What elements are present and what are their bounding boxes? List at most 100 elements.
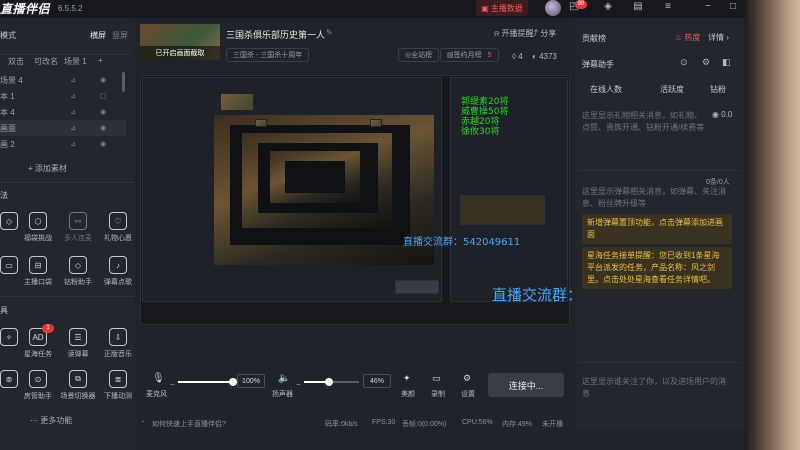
add-material-button[interactable]: + 添加素材: [28, 163, 67, 174]
menu-icon[interactable]: ≡: [660, 1, 676, 15]
switch-icon: ⧉: [69, 370, 87, 388]
list-item[interactable]: 画面 ⊿ ◉: [0, 120, 126, 136]
music-icon: ♪: [109, 256, 127, 274]
sign-icon: ▤: [447, 52, 454, 59]
tool-end-live[interactable]: ≣ 下播动测: [98, 370, 138, 401]
list-item[interactable]: 本 4 ⊿ ◉: [0, 104, 126, 120]
add-scene-icon[interactable]: +: [98, 56, 103, 65]
record-icon[interactable]: ▭: [432, 373, 441, 384]
mic-volume-input[interactable]: 100%: [237, 374, 265, 388]
gift-icon[interactable]: ◰ 98: [566, 0, 587, 15]
tool-read-danmu[interactable]: ☰ 读弹幕: [58, 328, 98, 359]
filter-icon[interactable]: ⊙: [680, 57, 688, 68]
scene-tab-1[interactable]: 可改名: [34, 56, 58, 67]
notice-star-task[interactable]: 星海任务接单提醒：您已收到1条星海平台派发的任务，产品名称：风之剑里。点击处处星…: [582, 247, 732, 289]
speaker-icon[interactable]: 🔈: [278, 373, 290, 384]
status-bar: ◔ 如何快速上手直播伴侣? 码率:0kb/s FPS:30 丢帧:0(0.00%…: [140, 415, 570, 431]
lock-icon: ▢: [100, 93, 107, 100]
avatar[interactable]: [545, 0, 561, 16]
tool-star-task[interactable]: AD 1 星海任务: [18, 324, 58, 359]
mic-slider-knob[interactable]: [229, 378, 237, 386]
remind-button[interactable]: ⍾ 开播提醒: [494, 28, 534, 39]
tool-item[interactable]: ⊚: [0, 370, 18, 401]
tool-item[interactable]: ◇: [0, 212, 18, 243]
tool-gift-wish[interactable]: ♡ 礼物心愿: [98, 212, 138, 243]
tab-landscape[interactable]: 横屏: [90, 30, 106, 41]
gift-message-placeholder: 这里显示礼物相关消息，如礼物、点赞、贵族开通、钻粉开通/续费等: [582, 111, 705, 132]
settings-icon[interactable]: ⚙: [702, 57, 710, 68]
category-tag[interactable]: 三国杀 - 三国杀十周年: [226, 48, 310, 62]
minus-icon[interactable]: −: [296, 380, 301, 389]
settings-icon[interactable]: ⚙: [463, 373, 471, 384]
tool-item[interactable]: ▭: [0, 256, 18, 287]
tag-monthly-rank[interactable]: ▤ 签约月榜 5: [440, 48, 499, 62]
notice-pin-danmu[interactable]: 新增弹幕置顶功能，点击弹幕添加进画面: [582, 214, 732, 244]
help-link[interactable]: 如何快速上手直播伴侣?: [152, 419, 226, 429]
list-item[interactable]: 场景 4 ⊿ ◉: [0, 72, 126, 88]
enter-message-placeholder: 这里显示谁关注了你，以及进场用户的消息: [582, 377, 726, 398]
edit-icon[interactable]: ✎: [326, 28, 333, 37]
maximize-icon[interactable]: □: [725, 1, 741, 15]
scene-tab-0[interactable]: 双击: [8, 56, 24, 67]
tag-all-station[interactable]: ◎ 全站榜: [398, 48, 440, 62]
speaker-volume-input[interactable]: 46%: [363, 374, 391, 388]
tool-music[interactable]: ⇩ 正版音乐: [98, 328, 138, 359]
minimize-icon[interactable]: −: [700, 1, 716, 15]
list-item[interactable]: 画 2 ⊿ ◉: [0, 136, 126, 152]
minus-icon[interactable]: −: [170, 380, 175, 389]
desktop-background: [745, 0, 800, 450]
notification-badge: 1: [42, 324, 54, 333]
nested-notice: [460, 195, 545, 225]
beauty-label[interactable]: 美颜: [401, 389, 415, 399]
tool-multi-mic[interactable]: ⚯ 多人连麦: [58, 212, 98, 243]
tool-lucky-bag[interactable]: ⬡ 福袋挑战: [18, 212, 58, 243]
tool-song-request[interactable]: ♪ 弹幕点歌: [98, 256, 138, 287]
settings-label[interactable]: 设置: [461, 389, 475, 399]
tool-diamond-fan[interactable]: ◇ 钻粉助手: [58, 256, 98, 287]
anchor-data-button[interactable]: ▣ 主播数据: [476, 0, 528, 16]
scene-mode-label: 模式: [0, 31, 16, 40]
divider: [0, 54, 130, 55]
tool-item[interactable]: ✧: [0, 328, 18, 359]
pin-icon: ⊿: [70, 141, 76, 148]
pocket-icon: ⊟: [29, 256, 47, 274]
scene-tab-2[interactable]: 场景 1: [64, 56, 87, 67]
skin-icon[interactable]: ◈: [600, 1, 616, 15]
popout-icon[interactable]: ◧: [722, 57, 731, 68]
tab-portrait[interactable]: 竖屏: [112, 30, 128, 41]
scrollbar[interactable]: [122, 72, 125, 92]
mic-icon[interactable]: 🎙: [152, 373, 165, 384]
gift-value: ◉ 0.0: [712, 110, 733, 119]
tool-anchor-pocket[interactable]: ⊟ 主播口袋: [18, 256, 58, 287]
divider: [578, 170, 740, 171]
plus-icon: +: [28, 164, 35, 173]
viewer-count: ◐ 4373: [532, 52, 557, 61]
help-icon: ◔: [140, 419, 145, 426]
danmu-message-placeholder: 这里显示弹幕相关消息，如弹幕、关注消息、粉丝牌升级等: [582, 187, 726, 208]
contribution-tab[interactable]: 贡献榜: [582, 33, 606, 44]
connect-button[interactable]: 连接中...: [488, 373, 564, 397]
source-list: 场景 4 ⊿ ◉ 本 1 ⊿ ▢ 本 4 ⊿ ◉ 画面 ⊿ ◉ 画 2 ⊿ ◉: [0, 72, 126, 152]
tile: [255, 119, 267, 127]
record-label[interactable]: 录制: [431, 389, 445, 399]
tool-scene-switch[interactable]: ⧉ 场景切换器: [58, 370, 98, 401]
pin-icon: ⊿: [70, 109, 76, 116]
save-icon[interactable]: ▤: [630, 1, 646, 15]
more-functions-button[interactable]: ⋯ 更多功能: [30, 415, 72, 426]
thumbnail-caption: 已开启画面截取: [140, 46, 220, 60]
chart-icon: ▣: [481, 3, 489, 13]
mic-label: 麦克风: [146, 391, 167, 398]
divider: [0, 296, 135, 297]
pin-icon: ⊿: [70, 125, 76, 132]
title-bar: [0, 0, 800, 18]
eye-icon: ◉: [100, 141, 107, 148]
eye-icon: ◉: [100, 125, 107, 132]
list-item[interactable]: 本 1 ⊿ ▢: [0, 88, 126, 104]
share-button[interactable]: ⤴ 分享: [530, 28, 556, 39]
tool-room-admin[interactable]: ⊙ 房管助手: [18, 370, 58, 401]
speaker-slider-knob[interactable]: [325, 378, 334, 386]
beauty-icon[interactable]: ✦: [403, 373, 411, 384]
diamond-fans: 钻粉: [710, 85, 726, 94]
bell-icon: ⍾: [494, 29, 502, 38]
details-link[interactable]: 详情 ›: [708, 32, 729, 43]
